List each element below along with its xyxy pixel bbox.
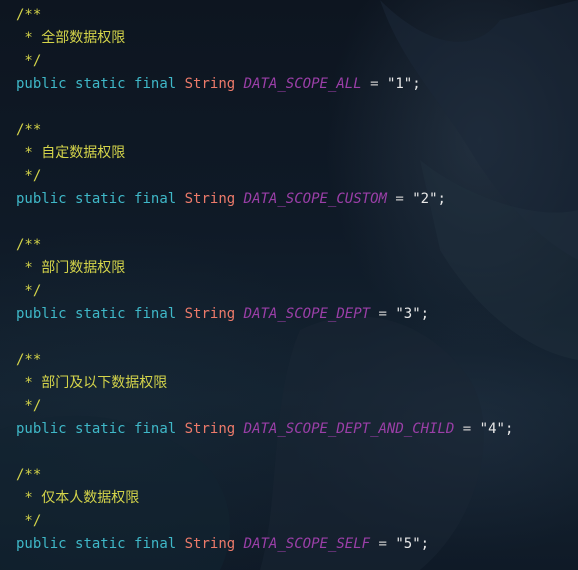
- constant-declaration: public static final String DATA_SCOPE_CU…: [16, 188, 513, 211]
- constant-name: DATA_SCOPE_SELF: [243, 536, 371, 552]
- keyword-static: static: [75, 76, 126, 92]
- comment-close: */: [16, 53, 42, 69]
- type-name: String: [184, 421, 236, 437]
- comment-open: /**: [16, 352, 42, 368]
- constant-name: DATA_SCOPE_DEPT_AND_CHILD: [243, 421, 455, 437]
- keyword-static: static: [75, 191, 126, 207]
- code-line: /**: [16, 119, 513, 142]
- comment-close: */: [16, 283, 42, 299]
- keyword-public: public: [16, 306, 67, 322]
- assign-operator: =: [454, 421, 480, 437]
- comment-open: /**: [16, 467, 42, 483]
- constant-declaration: public static final String DATA_SCOPE_DE…: [16, 303, 513, 326]
- code-line: /**: [16, 4, 513, 27]
- constant-declaration: public static final String DATA_SCOPE_AL…: [16, 73, 513, 96]
- keyword-static: static: [75, 306, 126, 322]
- code-line: * 部门数据权限: [16, 257, 513, 280]
- keyword-final: final: [134, 421, 177, 437]
- type-name: String: [184, 306, 236, 322]
- keyword-public: public: [16, 536, 67, 552]
- string-value: "5": [395, 536, 421, 552]
- code-line: * 部门及以下数据权限: [16, 372, 513, 395]
- code-line: /**: [16, 234, 513, 257]
- comment-open: /**: [16, 122, 42, 138]
- keyword-public: public: [16, 76, 67, 92]
- assign-operator: =: [361, 76, 387, 92]
- semicolon: ;: [437, 191, 446, 207]
- comment-text: * 全部数据权限: [16, 30, 126, 46]
- assign-operator: =: [370, 536, 396, 552]
- constant-declaration: public static final String DATA_SCOPE_DE…: [16, 418, 513, 441]
- keyword-final: final: [134, 536, 177, 552]
- keyword-static: static: [75, 536, 126, 552]
- comment-open: /**: [16, 7, 42, 23]
- comment-open: /**: [16, 237, 42, 253]
- comment-text: * 部门及以下数据权限: [16, 375, 168, 391]
- code-line: */: [16, 50, 513, 73]
- code-line: /**: [16, 464, 513, 487]
- string-value: "2": [412, 191, 438, 207]
- type-name: String: [184, 536, 236, 552]
- constant-declaration: public static final String DATA_SCOPE_SE…: [16, 533, 513, 556]
- code-area: /** * 全部数据权限 */ public static final Stri…: [16, 4, 513, 556]
- code-line: /**: [16, 349, 513, 372]
- keyword-public: public: [16, 191, 67, 207]
- code-line: */: [16, 395, 513, 418]
- code-line: */: [16, 280, 513, 303]
- constant-name: DATA_SCOPE_ALL: [243, 76, 362, 92]
- code-line: * 仅本人数据权限: [16, 487, 513, 510]
- comment-close: */: [16, 168, 42, 184]
- assign-operator: =: [370, 306, 396, 322]
- string-value: "1": [386, 76, 413, 92]
- comment-text: * 自定数据权限: [16, 145, 126, 161]
- comment-close: */: [16, 398, 42, 414]
- code-line: */: [16, 165, 513, 188]
- type-name: String: [184, 191, 236, 207]
- comment-close: */: [16, 513, 42, 529]
- semicolon: ;: [420, 306, 430, 322]
- keyword-final: final: [134, 306, 177, 322]
- keyword-public: public: [16, 421, 67, 437]
- semicolon: ;: [504, 421, 514, 437]
- keyword-final: final: [134, 76, 177, 92]
- keyword-static: static: [75, 421, 126, 437]
- code-line: */: [16, 510, 513, 533]
- string-value: "4": [479, 421, 505, 437]
- semicolon: ;: [412, 76, 421, 92]
- code-line: * 自定数据权限: [16, 142, 513, 165]
- semicolon: ;: [420, 536, 430, 552]
- string-value: "3": [395, 306, 421, 322]
- keyword-final: final: [134, 191, 177, 207]
- comment-text: * 仅本人数据权限: [16, 490, 140, 506]
- type-name: String: [184, 76, 236, 92]
- constant-name: DATA_SCOPE_DEPT: [243, 306, 371, 322]
- code-line: * 全部数据权限: [16, 27, 513, 50]
- comment-text: * 部门数据权限: [16, 260, 126, 276]
- constant-name: DATA_SCOPE_CUSTOM: [243, 191, 387, 207]
- assign-operator: =: [386, 191, 413, 207]
